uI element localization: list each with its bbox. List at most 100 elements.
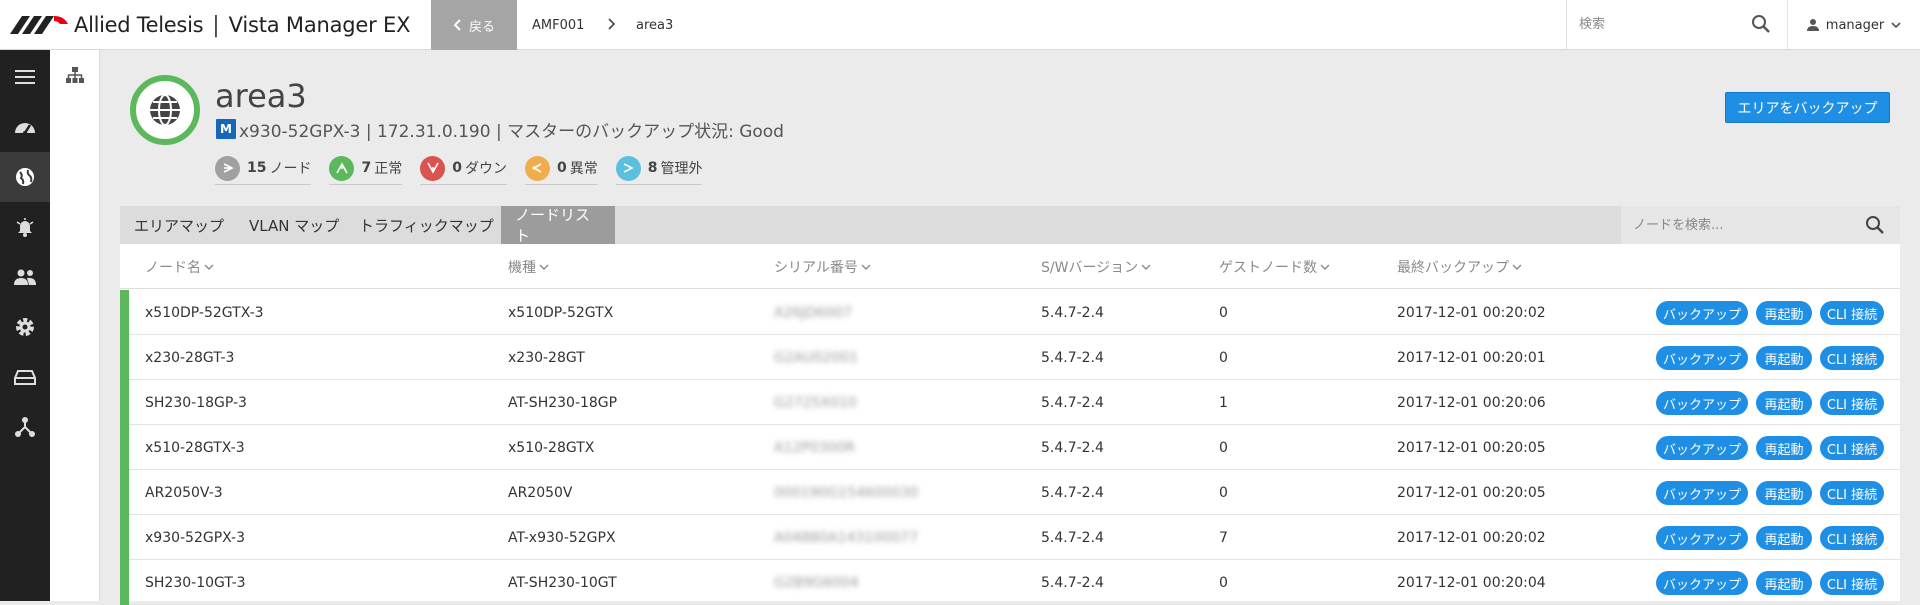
backup-button[interactable]: バックアップ <box>1656 571 1748 595</box>
cell-sw-version: 5.4.7-2.4 <box>1041 574 1104 591</box>
tab-traffic-map[interactable]: トラフィックマップ <box>345 206 508 244</box>
backup-button[interactable]: バックアップ <box>1656 346 1748 370</box>
down-icon <box>420 155 446 181</box>
ok-icon <box>329 155 355 181</box>
column-guest-nodes[interactable]: ゲストノード数 <box>1219 244 1330 289</box>
menu-button[interactable] <box>0 52 50 102</box>
breadcrumb-area: area3 <box>636 17 674 33</box>
cli-connect-button[interactable]: CLI 接続 <box>1820 301 1884 325</box>
sidebar-item-users[interactable] <box>0 252 50 302</box>
sidebar-item-area[interactable] <box>0 152 50 202</box>
stat-label: ダウン <box>464 161 507 177</box>
reboot-button[interactable]: 再起動 <box>1756 346 1812 370</box>
global-search-input[interactable] <box>1579 12 1739 36</box>
tab-vlan-map[interactable]: VLAN マップ <box>235 206 353 244</box>
stat-label: 異常 <box>569 161 598 177</box>
column-node-name[interactable]: ノード名 <box>145 244 214 289</box>
user-menu[interactable]: manager <box>1787 0 1920 50</box>
sub-sidebar-item-topology[interactable] <box>50 50 100 100</box>
cell-node-name[interactable]: AR2050V-3 <box>145 470 223 515</box>
cell-model: x230-28GT <box>508 349 585 366</box>
search-icon[interactable] <box>1751 14 1771 34</box>
column-sw-version[interactable]: S/Wバージョン <box>1041 244 1151 289</box>
table-row[interactable]: x510DP-52GTX-3 x510DP-52GTX A26JD6007 5.… <box>120 290 1900 335</box>
reboot-button[interactable]: 再起動 <box>1756 481 1812 505</box>
logo[interactable]: Allied Telesis | Vista Manager EX <box>8 0 411 50</box>
sidebar-item-alarms[interactable] <box>0 202 50 252</box>
cli-connect-button[interactable]: CLI 接続 <box>1820 436 1884 460</box>
cell-node-name[interactable]: SH230-18GP-3 <box>145 380 247 425</box>
cell-last-backup: 2017-12-01 00:20:04 <box>1397 574 1546 591</box>
cli-connect-button[interactable]: CLI 接続 <box>1820 571 1884 595</box>
table-row[interactable]: x930-52GPX-3 AT-x930-52GPX A04880A143100… <box>120 515 1900 560</box>
sidebar-item-settings[interactable] <box>0 302 50 352</box>
globe-icon <box>16 168 34 186</box>
allied-telesis-logo-icon <box>10 16 68 34</box>
cli-connect-button[interactable]: CLI 接続 <box>1820 481 1884 505</box>
stat-down[interactable]: 0 ダウン <box>420 155 507 185</box>
stat-unmanaged[interactable]: 8 管理外 <box>615 155 703 185</box>
stat-label: ノード <box>269 161 312 177</box>
user-icon <box>1806 19 1819 31</box>
table-row[interactable]: AR2050V-3 AR2050V 000190G154600030 5.4.7… <box>120 470 1900 515</box>
sidebar-item-storage[interactable] <box>0 352 50 402</box>
back-label: 戻る <box>468 19 495 35</box>
table-row[interactable]: x230-28GT-3 x230-28GT G2AU02001 5.4.7-2.… <box>120 335 1900 380</box>
reboot-button[interactable]: 再起動 <box>1756 436 1812 460</box>
topology-icon <box>66 67 84 83</box>
backup-button[interactable]: バックアップ <box>1656 301 1748 325</box>
cli-connect-button[interactable]: CLI 接続 <box>1820 526 1884 550</box>
node-search-input[interactable] <box>1633 214 1853 236</box>
backup-button[interactable]: バックアップ <box>1656 391 1748 415</box>
reboot-button[interactable]: 再起動 <box>1756 526 1812 550</box>
node-stats: 15 ノード 7 正常 0 ダウン 0 異常 8 管理外 <box>215 155 720 185</box>
reboot-button[interactable]: 再起動 <box>1756 571 1812 595</box>
status-indicator <box>120 335 129 380</box>
cell-node-name[interactable]: SH230-10GT-3 <box>145 560 246 605</box>
stat-count: 0 <box>556 160 567 176</box>
reboot-button[interactable]: 再起動 <box>1756 391 1812 415</box>
cell-node-name[interactable]: x510DP-52GTX-3 <box>145 290 264 335</box>
back-button[interactable]: 戻る <box>431 0 517 50</box>
column-last-backup[interactable]: 最終バックアップ <box>1397 244 1522 289</box>
main-sidebar <box>0 50 50 601</box>
cell-sw-version: 5.4.7-2.4 <box>1041 529 1104 546</box>
cell-last-backup: 2017-12-01 00:20:02 <box>1397 304 1546 321</box>
cli-connect-button[interactable]: CLI 接続 <box>1820 391 1884 415</box>
backup-button[interactable]: バックアップ <box>1656 481 1748 505</box>
cli-connect-button[interactable]: CLI 接続 <box>1820 346 1884 370</box>
stat-ok[interactable]: 7 正常 <box>329 155 403 185</box>
breadcrumb-amf[interactable]: AMF001 <box>532 0 584 50</box>
column-label: 機種 <box>508 259 536 276</box>
cell-guest-nodes: 1 <box>1219 394 1228 411</box>
column-label: ゲストノード数 <box>1219 259 1317 276</box>
cell-model: x510-28GTX <box>508 439 595 456</box>
cell-node-name[interactable]: x230-28GT-3 <box>145 335 234 380</box>
product-name: Vista Manager EX <box>228 13 411 37</box>
column-model[interactable]: 機種 <box>508 244 549 289</box>
backup-button[interactable]: バックアップ <box>1656 526 1748 550</box>
cell-node-name[interactable]: x510-28GTX-3 <box>145 425 245 470</box>
tab-area-map[interactable]: エリアマップ <box>120 206 238 244</box>
sidebar-item-dashboard[interactable] <box>0 102 50 152</box>
table-row[interactable]: x510-28GTX-3 x510-28GTX A12P0300R 5.4.7-… <box>120 425 1900 470</box>
reboot-button[interactable]: 再起動 <box>1756 301 1812 325</box>
stat-abnormal[interactable]: 0 異常 <box>524 155 598 185</box>
sort-icon <box>1512 264 1522 270</box>
cell-serial: A26JD6007 <box>774 304 852 321</box>
status-indicator <box>120 380 129 425</box>
table-row[interactable]: SH230-18GP-3 AT-SH230-18GP G2725X010 5.4… <box>120 380 1900 425</box>
search-icon[interactable] <box>1865 215 1885 235</box>
stat-nodes[interactable]: 15 ノード <box>215 155 312 185</box>
stat-label: 管理外 <box>660 161 703 177</box>
cell-guest-nodes: 7 <box>1219 529 1228 546</box>
tab-node-list[interactable]: ノードリスト <box>501 206 615 245</box>
cell-serial: 000190G154600030 <box>774 484 919 501</box>
table-row[interactable]: SH230-10GT-3 AT-SH230-10GT G2B9G6004 5.4… <box>120 560 1900 605</box>
cell-node-name[interactable]: x930-52GPX-3 <box>145 515 245 560</box>
backup-button[interactable]: バックアップ <box>1656 436 1748 460</box>
backup-area-button[interactable]: エリアをバックアップ <box>1725 92 1890 123</box>
unmanaged-icon <box>615 155 641 181</box>
column-serial[interactable]: シリアル番号 <box>774 244 871 289</box>
sidebar-item-network[interactable] <box>0 402 50 452</box>
